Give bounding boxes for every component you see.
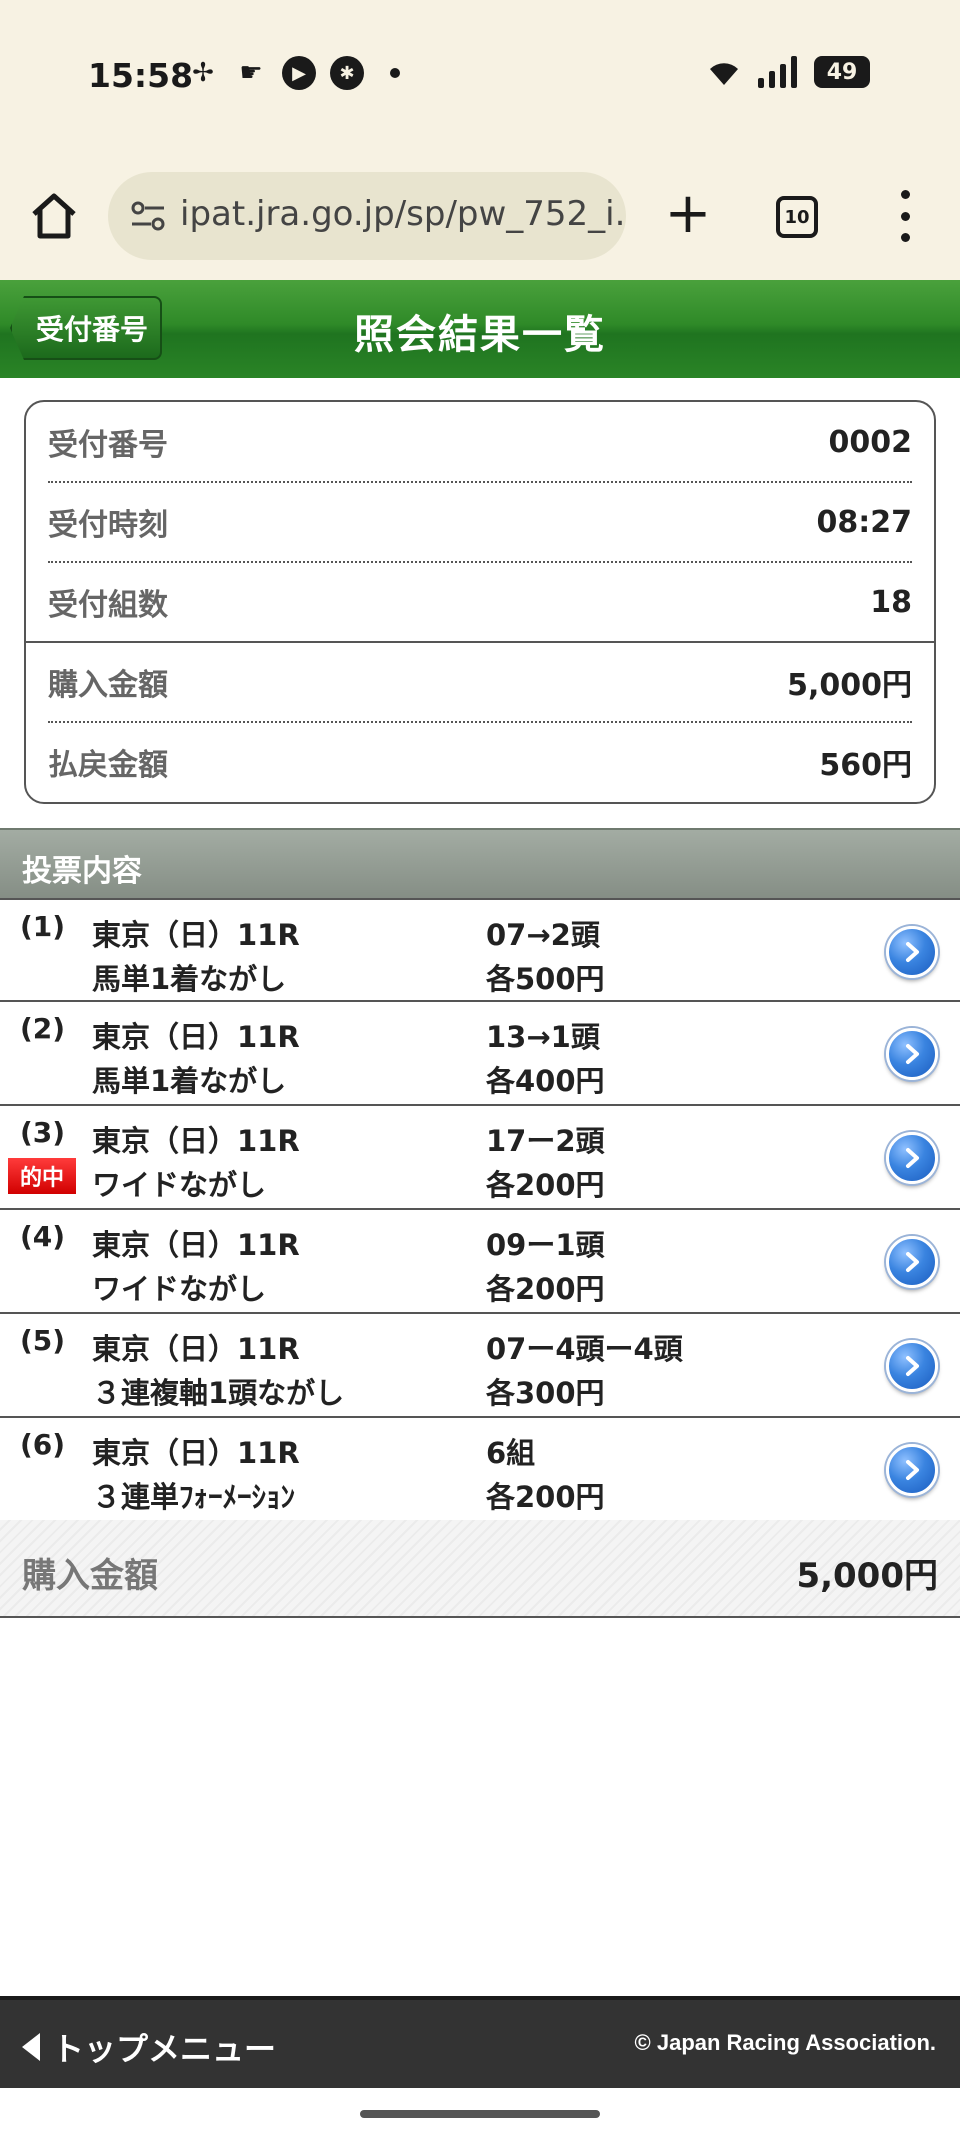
chevron-right-icon[interactable]	[886, 1028, 938, 1080]
bet-race: 東京（日）11R	[92, 1020, 300, 1054]
bet-number: (2)	[20, 1012, 66, 1045]
bet-row-1[interactable]: (1) 東京（日）11R 馬単1着ながし 07→2頭 各500円	[0, 898, 960, 1002]
bet-amount: 各200円	[486, 1168, 605, 1202]
bet-combo: 17ー2頭	[486, 1124, 605, 1158]
url-bar[interactable]: ipat.jra.go.jp/sp/pw_752_i.c	[108, 172, 626, 260]
chevron-right-icon[interactable]	[886, 1444, 938, 1496]
status-time: 15:58	[88, 56, 194, 95]
wifi-icon	[710, 63, 738, 85]
pinwheel-icon: ✢	[192, 58, 214, 88]
chevron-right-icon[interactable]	[886, 1236, 938, 1288]
total-purchase: 購入金額 5,000円	[0, 1520, 960, 1618]
bet-row-5[interactable]: (5) 東京（日）11R ３連複軸1頭ながし 07ー4頭ー4頭 各300円	[0, 1314, 960, 1418]
battery-icon: 49	[814, 56, 870, 88]
summary-value: 18	[870, 584, 912, 620]
bet-race: 東京（日）11R	[92, 1436, 300, 1470]
page-title: 照会結果一覧	[354, 312, 606, 358]
bet-number: (6)	[20, 1428, 66, 1461]
bet-combo: 09ー1頭	[486, 1228, 605, 1262]
new-tab-icon[interactable]: +	[660, 186, 716, 244]
summary-value: 560円	[819, 748, 912, 783]
total-value: 5,000円	[796, 1556, 938, 1596]
asterisk-icon: ✱	[330, 56, 364, 90]
summary-row-set-count: 受付組数 18	[48, 562, 912, 642]
bet-number: (1)	[20, 910, 66, 943]
summary-label: 購入金額	[48, 668, 168, 703]
back-arrow-icon	[22, 2033, 40, 2061]
summary-label: 受付組数	[48, 588, 168, 623]
summary-label: 受付番号	[48, 428, 168, 463]
summary-value: 08:27	[816, 504, 913, 540]
copyright: © Japan Racing Association.	[634, 2030, 936, 2055]
bets-section-title: 投票内容	[0, 828, 960, 898]
play-icon: ▶	[282, 56, 316, 90]
bet-amount: 各500円	[486, 962, 605, 996]
bet-number: (4)	[20, 1220, 66, 1253]
bet-amount: 各200円	[486, 1272, 605, 1306]
chevron-right-icon[interactable]	[886, 1340, 938, 1392]
bet-row-2[interactable]: (2) 東京（日）11R 馬単1着ながし 13→1頭 各400円	[0, 1002, 960, 1106]
bet-amount: 各300円	[486, 1376, 605, 1410]
gesture-handle[interactable]	[360, 2110, 600, 2118]
signal-icon	[758, 56, 797, 88]
home-icon[interactable]	[26, 188, 82, 244]
bet-race: 東京（日）11R	[92, 1332, 300, 1366]
bet-row-3[interactable]: (3) 的中 東京（日）11R ワイドながし 17ー2頭 各200円	[0, 1106, 960, 1210]
bet-race: 東京（日）11R	[92, 1228, 300, 1262]
bet-combo: 6組	[486, 1436, 536, 1470]
browser-toolbar: ipat.jra.go.jp/sp/pw_752_i.c + 10	[0, 160, 960, 280]
summary-row-receipt-time: 受付時刻 08:27	[48, 482, 912, 562]
bet-row-4[interactable]: (4) 東京（日）11R ワイドながし 09ー1頭 各200円	[0, 1210, 960, 1314]
bet-race: 東京（日）11R	[92, 1124, 300, 1158]
tab-switcher-button[interactable]: 10	[776, 196, 818, 238]
summary-row-payout-amount: 払戻金額 560円	[48, 722, 912, 802]
summary-label: 受付時刻	[48, 508, 168, 543]
bet-type: ３連複軸1頭ながし	[92, 1376, 345, 1410]
site-settings-icon[interactable]	[128, 196, 168, 236]
bet-combo: 13→1頭	[486, 1020, 600, 1054]
summary-row-purchase-amount: 購入金額 5,000円	[48, 642, 912, 722]
bet-type: 馬単1着ながし	[92, 962, 287, 996]
hit-badge: 的中	[8, 1158, 76, 1194]
summary-value: 5,000円	[787, 668, 912, 703]
bet-type: ワイドながし	[92, 1272, 267, 1306]
summary-row-receipt-number: 受付番号 0002	[48, 402, 912, 482]
summary-label: 払戻金額	[48, 748, 168, 783]
hand-icon: ☛	[239, 58, 263, 88]
bet-race: 東京（日）11R	[92, 918, 300, 952]
bet-type: 馬単1着ながし	[92, 1064, 287, 1098]
top-menu-label: トップメニュー	[52, 2030, 277, 2068]
page-header: 受付番号 照会結果一覧	[0, 280, 960, 378]
top-menu-link[interactable]: トップメニュー	[22, 2024, 276, 2070]
more-menu-icon[interactable]	[890, 190, 920, 242]
status-bar: 15:58 ✢ ☛ ▶ ✱ 49	[0, 0, 960, 160]
total-label: 購入金額	[22, 1556, 158, 1596]
summary-value: 0002	[828, 424, 913, 460]
bet-row-6[interactable]: (6) 東京（日）11R ３連単ﾌｫｰﾒｰｼｮﾝ 6組 各200円	[0, 1418, 960, 1522]
bet-combo: 07→2頭	[486, 918, 600, 952]
bet-amount: 各400円	[486, 1064, 605, 1098]
bet-number: (5)	[20, 1324, 66, 1357]
chevron-right-icon[interactable]	[886, 926, 938, 978]
system-icons: 49	[706, 56, 870, 88]
bet-type: ３連単ﾌｫｰﾒｰｼｮﾝ	[92, 1480, 296, 1514]
bet-list: (1) 東京（日）11R 馬単1着ながし 07→2頭 各500円 (2) 東京（…	[0, 898, 960, 1522]
notification-icons: ✢ ☛ ▶ ✱	[186, 56, 400, 90]
dot-icon	[390, 68, 400, 78]
bet-amount: 各200円	[486, 1480, 605, 1514]
footer: トップメニュー © Japan Racing Association.	[0, 1996, 960, 2088]
chevron-right-icon[interactable]	[886, 1132, 938, 1184]
summary-card: 受付番号 0002 受付時刻 08:27 受付組数 18 購入金額 5,000円…	[24, 400, 936, 804]
bet-combo: 07ー4頭ー4頭	[486, 1332, 683, 1366]
url-text[interactable]: ipat.jra.go.jp/sp/pw_752_i.c	[180, 194, 626, 234]
bet-type: ワイドながし	[92, 1168, 267, 1202]
bet-number: (3)	[20, 1116, 66, 1149]
